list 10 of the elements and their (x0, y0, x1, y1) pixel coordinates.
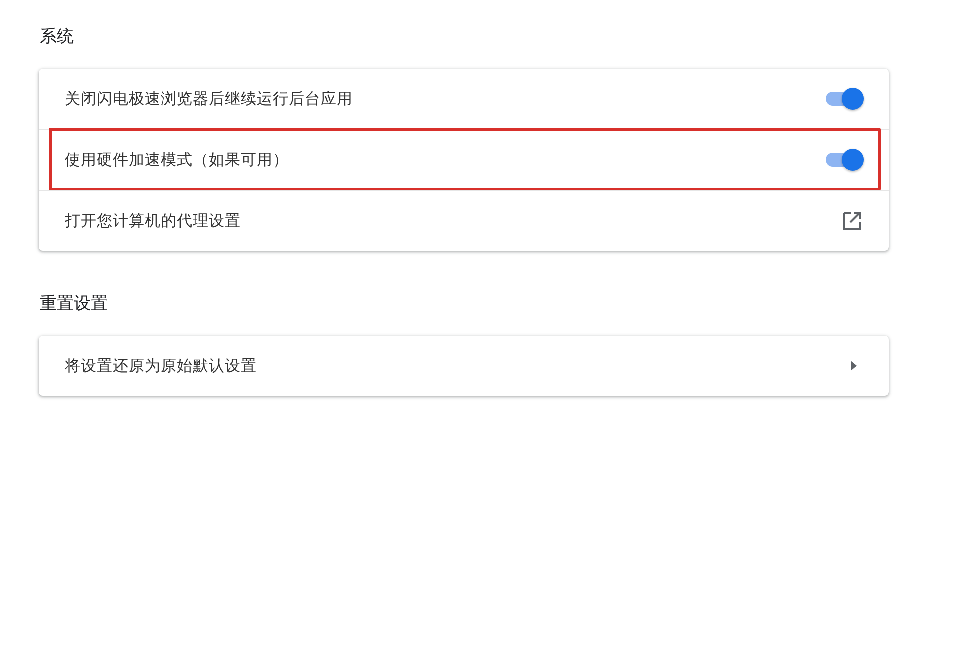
toggle-switch[interactable] (826, 88, 864, 110)
caret-right-icon[interactable] (851, 361, 857, 371)
section-title: 重置设置 (40, 293, 108, 315)
toggle-switch[interactable] (826, 149, 864, 171)
setting-label: 使用硬件加速模式（如果可用） (65, 150, 289, 170)
setting-label: 关闭闪电极速浏览器后继续运行后台应用 (65, 89, 353, 109)
section-title: 系统 (40, 26, 74, 48)
external-link-icon[interactable] (843, 212, 861, 230)
setting-label: 打开您计算机的代理设置 (65, 211, 241, 231)
setting-label: 将设置还原为原始默认设置 (65, 356, 257, 376)
